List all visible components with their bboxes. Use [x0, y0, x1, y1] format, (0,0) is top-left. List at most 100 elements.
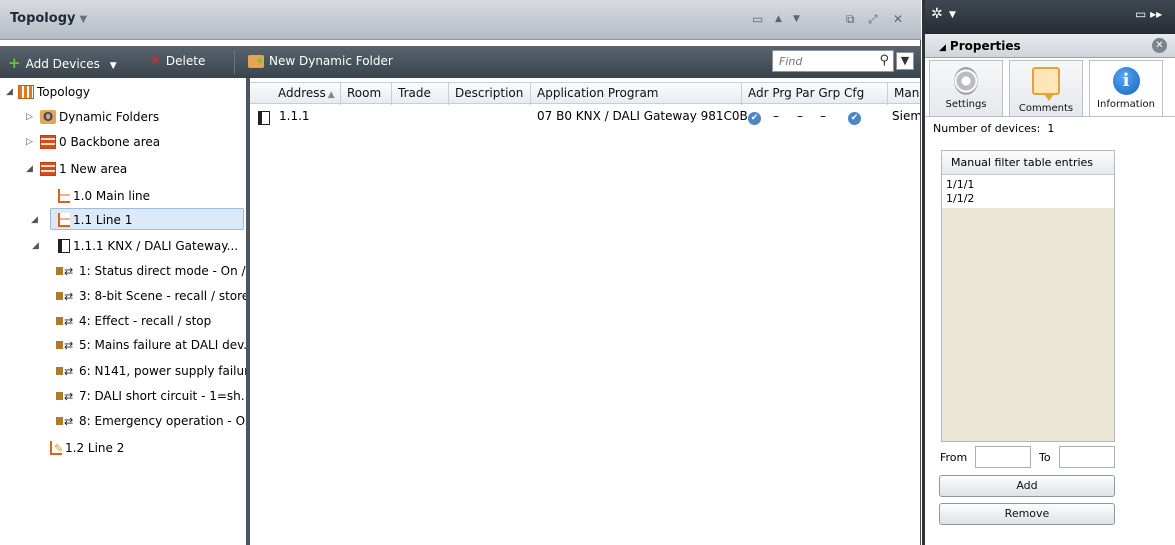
gear-icon[interactable]: ✲ [931, 6, 943, 22]
remove-button[interactable]: Remove [939, 503, 1115, 525]
tree-item-label: 5: Mains failure at DALI dev... [79, 338, 255, 352]
table-row[interactable]: 1.1.1 07 B0 KNX / DALI Gateway 981C0B ✔ … [250, 105, 920, 127]
device-icon [58, 238, 70, 253]
chevron-down-icon: ▼ [109, 61, 117, 71]
device-icon [258, 105, 273, 127]
add-button[interactable]: Add [939, 475, 1115, 497]
to-input[interactable] [1059, 446, 1115, 468]
delete-label: Delete [165, 54, 206, 68]
tree-item-dynamic-folders[interactable]: ▷ Dynamic Folders [26, 106, 159, 128]
tab-divider [925, 116, 1175, 117]
tab-settings[interactable]: Settings [929, 60, 1003, 116]
group-object-icon [56, 411, 76, 433]
column-header-address[interactable]: Address ▲ [272, 83, 341, 105]
column-header-flags[interactable]: Adr Prg Par Grp Cfg [742, 83, 888, 105]
collapsed-arrow-icon[interactable]: ▷ [26, 131, 36, 153]
column-header-label: Man [894, 86, 920, 100]
from-label: From [940, 451, 968, 464]
column-header-room[interactable]: Room [341, 83, 392, 105]
flag-adr-check-icon: ✔ [748, 105, 761, 127]
tree-item-group-object[interactable]: 8: Emergency operation - O... [56, 410, 256, 433]
arrow-up-icon[interactable]: ▲ [775, 14, 782, 24]
expanded-arrow-icon[interactable]: ◢ [31, 209, 41, 231]
chevron-down-icon[interactable]: ▼ [949, 10, 956, 20]
filter-entry[interactable]: 1/1/1 [946, 178, 1114, 192]
tree-item-label: 3: 8-bit Scene - recall / store [79, 289, 250, 303]
find-input[interactable] [773, 51, 871, 71]
cell-manufacturer: Siem [892, 109, 920, 123]
collapsed-arrow-icon[interactable]: ▷ [26, 106, 36, 128]
tree-item-group-object[interactable]: 5: Mains failure at DALI dev... [56, 334, 255, 357]
add-devices-button[interactable]: + Add Devices ▼ [8, 54, 117, 72]
column-header-label: Address [278, 86, 326, 100]
column-header-label: Trade [398, 86, 431, 100]
tree-item-label: 1.2 Line 2 [65, 441, 125, 455]
filter-icon[interactable]: ▼ [896, 52, 914, 70]
dock-controls-icon[interactable]: ▭ ▸▸ [1135, 7, 1162, 21]
sort-ascending-icon: ▲ [327, 90, 335, 100]
tree-item-group-object[interactable]: 1: Status direct mode - On /... [56, 260, 258, 283]
line-icon [58, 188, 70, 203]
tree-item-label: 7: DALI short circuit - 1=sh... [79, 389, 253, 403]
tree-item-group-object[interactable]: 7: DALI short circuit - 1=sh... [56, 385, 253, 408]
properties-title-label: Properties [949, 39, 1021, 53]
topology-icon [18, 84, 34, 99]
filter-table-header[interactable]: Manual filter table entries [942, 151, 1114, 175]
tree-item-line-1[interactable]: ◢ 1.1 Line 1 [31, 208, 244, 230]
arrow-down-icon[interactable]: ▼ [793, 14, 800, 24]
tree-item-label: 0 Backbone area [59, 135, 161, 149]
expanded-arrow-icon[interactable]: ◢ [26, 158, 36, 180]
filter-entry[interactable]: 1/1/2 [946, 192, 1114, 206]
topology-title[interactable]: Topology ▼ [10, 11, 87, 26]
expanded-arrow-icon[interactable]: ◢ [6, 81, 16, 103]
tree-item-group-object[interactable]: 6: N141, power supply failur... [56, 360, 259, 383]
area-icon [40, 134, 56, 149]
chevron-down-icon: ▼ [79, 14, 88, 25]
dynamic-folder-icon [40, 106, 56, 128]
column-header-trade[interactable]: Trade [392, 83, 449, 105]
from-input[interactable] [975, 446, 1031, 468]
tree-item-backbone-area[interactable]: ▷ 0 Backbone area [26, 131, 161, 153]
to-label: To [1039, 451, 1051, 464]
new-folder-icon: + [248, 55, 264, 68]
properties-window: ✲ ▼ ▭ ▸▸ ◢ Properties ✕ Settings Comments… [922, 0, 1175, 545]
column-header-manufacturer[interactable]: Man [888, 83, 920, 105]
tab-information[interactable]: i Information [1089, 60, 1163, 117]
number-of-devices-value: 1 [1047, 122, 1055, 135]
add-devices-label: Add Devices [25, 57, 100, 71]
expanded-arrow-icon[interactable]: ◢ [32, 235, 42, 257]
close-icon[interactable]: ✕ [893, 12, 903, 26]
flag-grp: – [820, 109, 826, 123]
tab-comments[interactable]: Comments [1009, 60, 1083, 116]
column-header-description[interactable]: Description [449, 83, 531, 105]
cell-address: 1.1.1 [279, 109, 310, 123]
delete-button[interactable]: ✕ Delete [150, 54, 205, 69]
new-dynamic-folder-button[interactable]: + New Dynamic Folder [248, 54, 393, 68]
tree-item-group-object[interactable]: 4: Effect - recall / stop [56, 310, 211, 333]
float-window-icon[interactable]: ⧉ [846, 12, 855, 27]
plus-icon: + [8, 54, 21, 72]
tree-item-group-object[interactable]: 3: 8-bit Scene - recall / store [56, 285, 250, 308]
tree-item-topology[interactable]: ◢ Topology [6, 81, 90, 103]
tree-item-dali-gateway[interactable]: ◢ 1.1.1 KNX / DALI Gateway... [32, 235, 238, 257]
tree-item-label: 1 New area [59, 162, 128, 176]
close-icon[interactable]: ✕ [1152, 38, 1167, 53]
tree-item-label: 1.1 Line 1 [73, 213, 133, 227]
tree-item-new-area[interactable]: ◢ 1 New area [26, 158, 128, 180]
topology-tree: ◢ Topology ▷ Dynamic Folders ▷ 0 Backbon… [0, 78, 259, 545]
info-icon: i [1112, 67, 1140, 95]
tree-item-label: 1: Status direct mode - On /... [79, 264, 258, 278]
number-of-devices: Number of devices: 1 [933, 122, 1054, 135]
tree-item-line-2[interactable]: 1.2 Line 2 [50, 437, 125, 460]
search-icon[interactable]: ⚲ [879, 53, 889, 68]
cell-application-program: 07 B0 KNX / DALI Gateway 981C0B [537, 109, 748, 123]
column-header-application-program[interactable]: Application Program [531, 83, 742, 105]
tree-item-main-line[interactable]: 1.0 Main line [58, 185, 150, 207]
restore-icon[interactable]: ▭ [752, 12, 763, 26]
column-header-label: Description [455, 86, 524, 100]
tree-item-label: Topology [37, 85, 90, 99]
properties-header[interactable]: ◢ Properties ✕ [925, 34, 1175, 58]
topology-window: Topology ▼ ▭ ▲ ▼ ⧉ ⤢ ✕ + Add Devices ▼ ✕ De… [0, 0, 921, 545]
maximize-icon[interactable]: ⤢ [868, 12, 878, 27]
group-object-icon [56, 386, 76, 408]
